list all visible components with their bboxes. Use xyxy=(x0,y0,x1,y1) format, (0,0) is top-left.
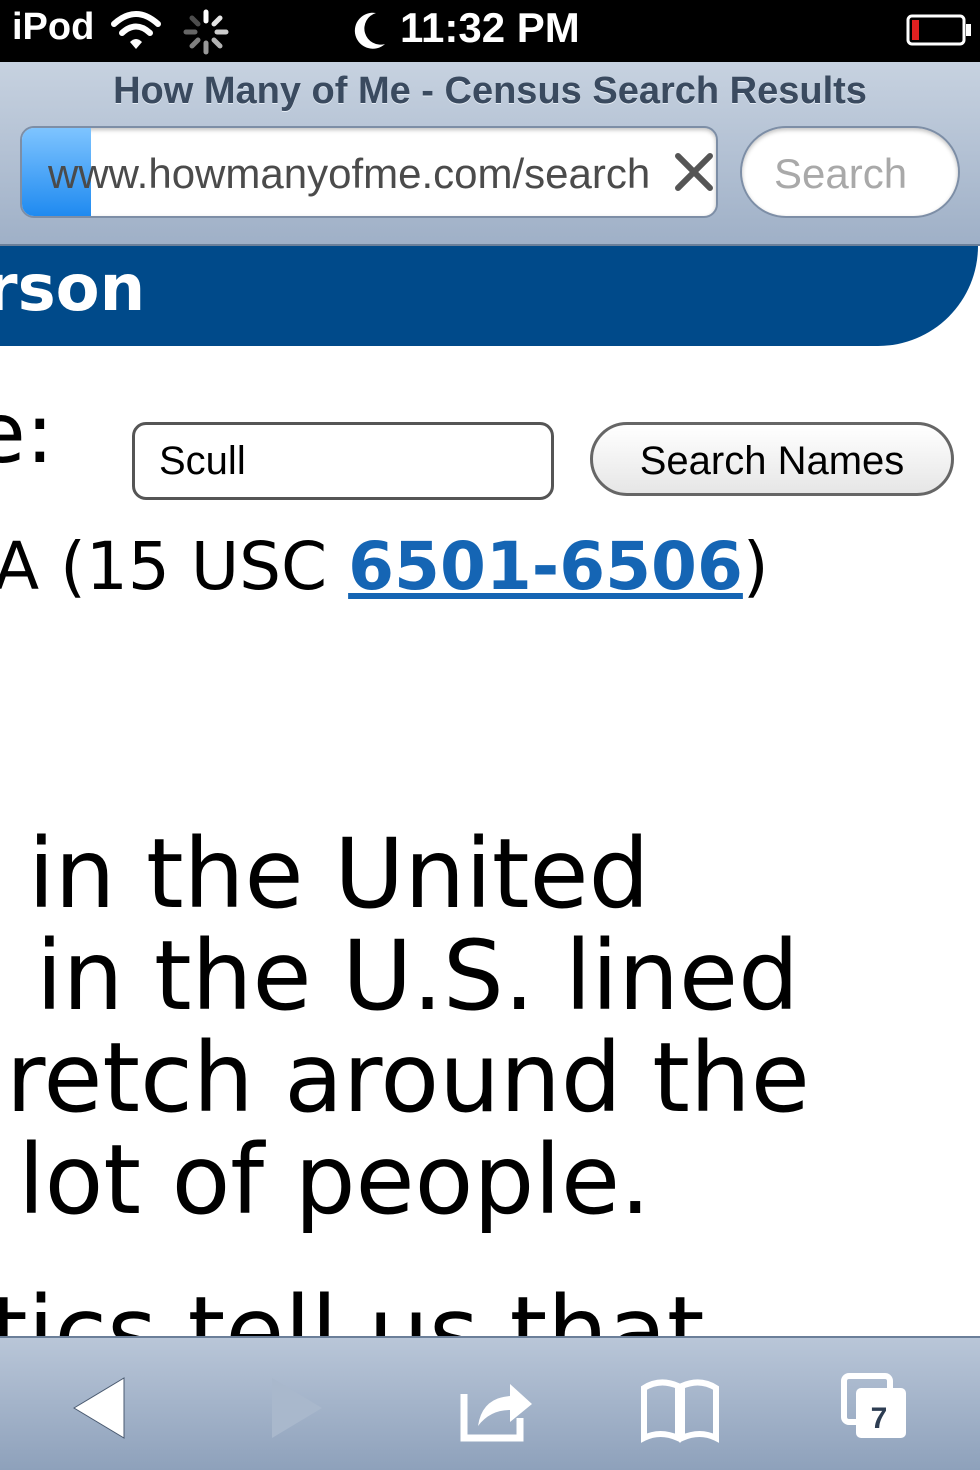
site-header-banner xyxy=(0,246,978,346)
tab-count: 7 xyxy=(870,1402,888,1435)
search-input[interactable]: Search xyxy=(740,126,960,218)
browser-address-bar: How Many of Me - Census Search Results w… xyxy=(0,62,980,246)
search-names-button[interactable]: Search Names xyxy=(590,422,954,496)
law-link[interactable]: 6501-6506 xyxy=(348,528,743,605)
name-input-value: Scull xyxy=(159,439,246,483)
law-suffix: ) xyxy=(742,528,769,605)
paragraph-line: tics tell us that xyxy=(0,1276,705,1336)
paragraph-line: retch around the xyxy=(6,1022,810,1134)
url-field[interactable]: www.howmanyofme.com/search xyxy=(20,126,718,218)
activity-spinner-icon xyxy=(183,9,229,55)
law-citation: A (15 USC 6501-6506) xyxy=(0,528,769,605)
clear-url-icon[interactable] xyxy=(672,150,716,194)
carrier-label: iPod xyxy=(12,6,95,48)
name-field-label: e: xyxy=(0,384,54,482)
back-icon[interactable] xyxy=(60,1368,140,1448)
wifi-icon xyxy=(111,11,161,49)
banner-title: rson xyxy=(0,252,146,326)
do-not-disturb-moon-icon xyxy=(354,12,385,49)
clock-time: 11:32 PM xyxy=(400,4,580,51)
bookmarks-icon[interactable] xyxy=(640,1368,720,1448)
battery-low-icon xyxy=(906,14,971,46)
page-title: How Many of Me - Census Search Results xyxy=(113,70,867,112)
law-prefix: A (15 USC xyxy=(0,528,349,605)
search-placeholder: Search xyxy=(774,150,908,197)
search-names-label: Search Names xyxy=(639,439,905,483)
url-text: www.howmanyofme.com/search xyxy=(48,150,648,197)
paragraph-line: in the U.S. lined xyxy=(36,920,800,1032)
paragraph-line: in the United xyxy=(28,818,650,930)
paragraph-line: lot of people. xyxy=(18,1124,651,1236)
forward-icon[interactable] xyxy=(256,1368,336,1448)
status-bar: iPod 11:32 PM xyxy=(0,0,980,62)
name-search-input[interactable]: Scull xyxy=(132,422,554,500)
browser-toolbar: 7 xyxy=(0,1336,980,1470)
tabs-button[interactable]: 7 xyxy=(836,1368,916,1448)
share-icon[interactable] xyxy=(456,1368,536,1448)
web-content[interactable]: rson e: Scull Search Names A (15 USC 650… xyxy=(0,246,980,1336)
